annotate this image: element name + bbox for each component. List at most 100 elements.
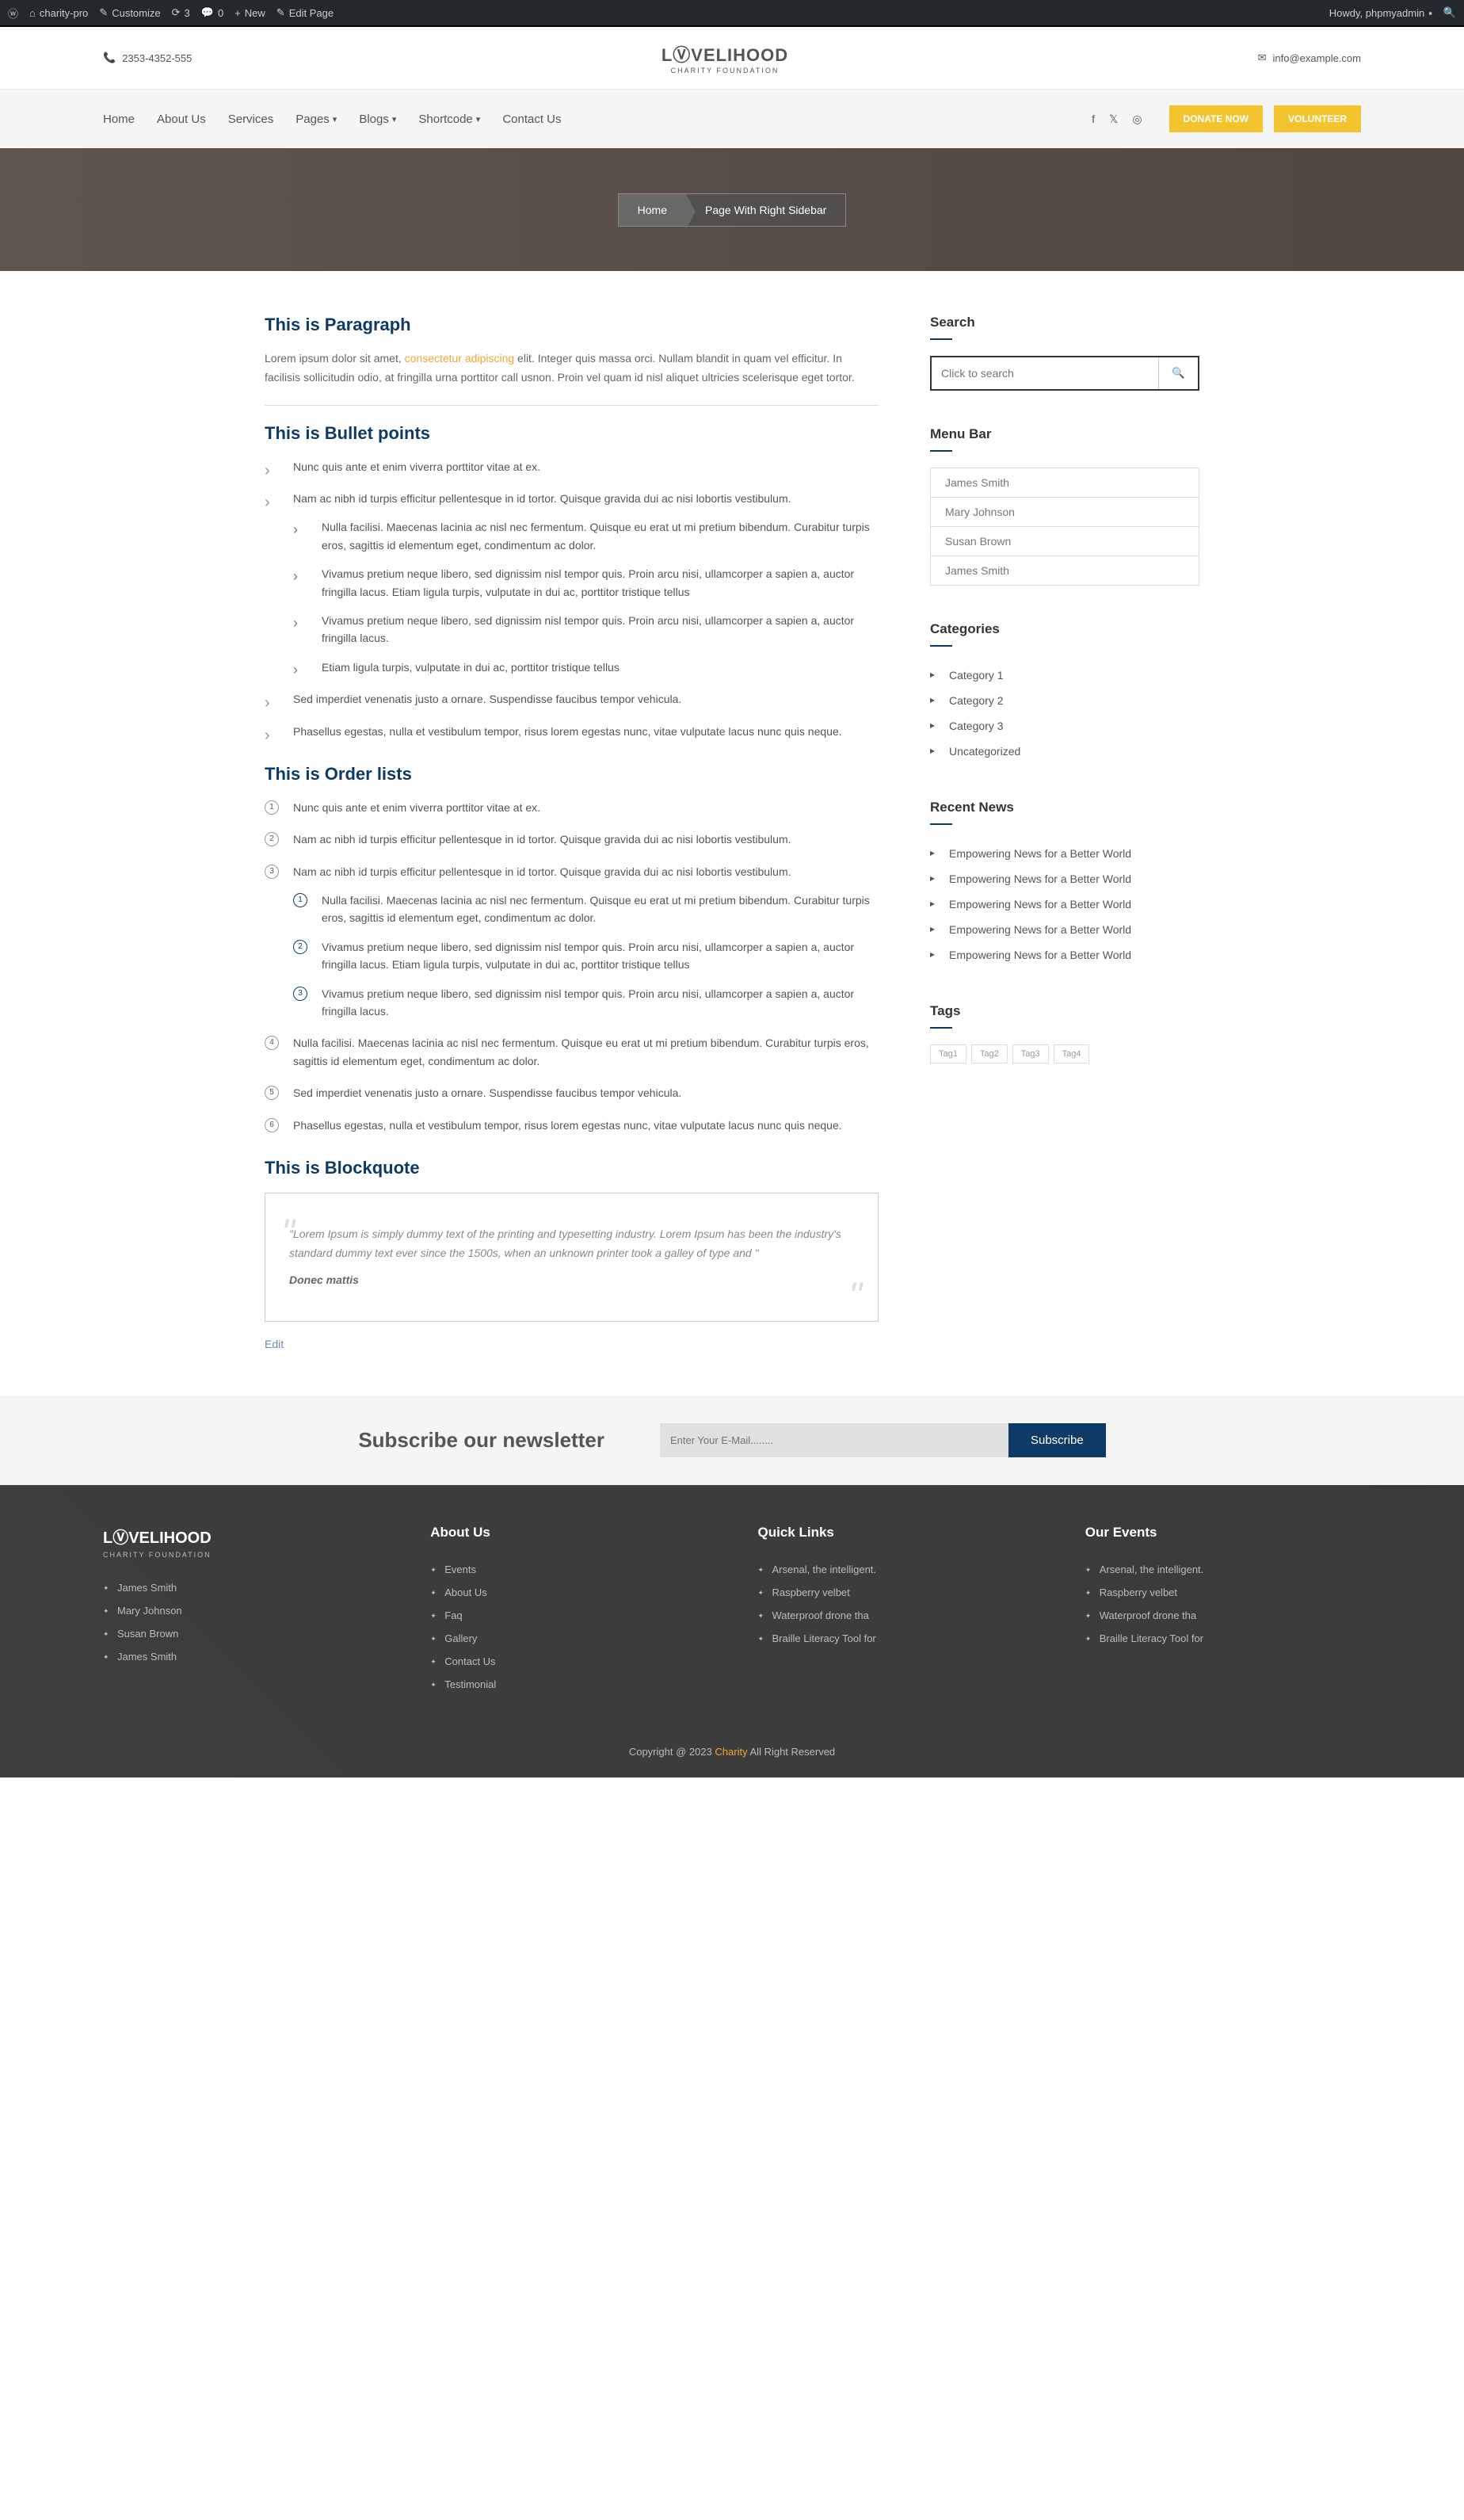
list-item: Vivamus pretium neque libero, sed dignis… xyxy=(293,612,879,647)
new-link[interactable]: + New xyxy=(234,7,265,19)
nav-blogs[interactable]: Blogs ▾ xyxy=(359,113,396,126)
news-item[interactable]: Empowering News for a Better World xyxy=(930,917,1199,942)
footer-link[interactable]: Susan Brown xyxy=(103,1622,379,1645)
newsletter: Subscribe our newsletter Subscribe xyxy=(0,1396,1464,1485)
edit-page-link[interactable]: ✎ Edit Page xyxy=(276,6,334,19)
footer-about-title: About Us xyxy=(430,1525,706,1541)
footer-link[interactable]: James Smith xyxy=(103,1576,379,1599)
footer-link[interactable]: About Us xyxy=(430,1581,706,1604)
updates-link[interactable]: ⟳ 3 xyxy=(172,6,190,19)
facebook-icon[interactable]: f xyxy=(1092,113,1095,126)
tag-item[interactable]: Tag1 xyxy=(930,1044,966,1063)
widget-news-title: Recent News xyxy=(930,800,1199,825)
para-link[interactable]: consectetur adipiscing xyxy=(405,352,515,365)
footer-logo: LⓋVELIHOOD xyxy=(103,1525,379,1548)
breadcrumb: Home Page With Right Sidebar xyxy=(618,193,847,227)
footer: LⓋVELIHOOD CHARITY FOUNDATION James Smit… xyxy=(0,1485,1464,1777)
nav-home[interactable]: Home xyxy=(103,113,135,126)
search-icon[interactable]: 🔍 xyxy=(1443,6,1456,19)
footer-link[interactable]: Braille Literacy Tool for xyxy=(1085,1627,1361,1650)
footer-link[interactable]: Gallery xyxy=(430,1627,706,1650)
search-input[interactable] xyxy=(932,357,1158,389)
heading-bullet: This is Bullet points xyxy=(265,423,879,444)
list-item: Phasellus egestas, nulla et vestibulum t… xyxy=(265,723,879,740)
nav-shortcode[interactable]: Shortcode ▾ xyxy=(418,113,480,126)
para-text: Lorem ipsum dolor sit amet, consectetur … xyxy=(265,349,879,406)
volunteer-button[interactable]: VOLUNTEER xyxy=(1274,105,1361,132)
menu-item[interactable]: Susan Brown xyxy=(931,527,1199,556)
newsletter-input[interactable] xyxy=(660,1423,1008,1457)
footer-link[interactable]: Contact Us xyxy=(430,1650,706,1673)
news-item[interactable]: Empowering News for a Better World xyxy=(930,892,1199,917)
list-item: Vivamus pretium neque libero, sed dignis… xyxy=(293,985,879,1021)
list-item: Nulla facilisi. Maecenas lacinia ac nisl… xyxy=(293,518,879,554)
footer-link[interactable]: James Smith xyxy=(103,1645,379,1668)
footer-quick-title: Quick Links xyxy=(758,1525,1034,1541)
news-item[interactable]: Empowering News for a Better World xyxy=(930,866,1199,892)
twitter-icon[interactable]: 𝕏 xyxy=(1109,113,1118,126)
footer-events-title: Our Events xyxy=(1085,1525,1361,1541)
edit-link[interactable]: Edit xyxy=(265,1338,284,1350)
cat-item[interactable]: Category 2 xyxy=(930,688,1199,713)
news-item[interactable]: Empowering News for a Better World xyxy=(930,942,1199,968)
news-item[interactable]: Empowering News for a Better World xyxy=(930,841,1199,866)
list-item: Vivamus pretium neque libero, sed dignis… xyxy=(293,938,879,974)
tag-item[interactable]: Tag2 xyxy=(971,1044,1008,1063)
footer-link[interactable]: Waterproof drone tha xyxy=(758,1604,1034,1627)
heading-para: This is Paragraph xyxy=(265,315,879,335)
cat-item[interactable]: Category 3 xyxy=(930,713,1199,739)
topbar: 📞 2353-4352-555 LⓋVELIHOOD CHARITY FOUND… xyxy=(0,25,1464,90)
nav-services[interactable]: Services xyxy=(228,113,274,126)
footer-link[interactable]: Arsenal, the intelligent. xyxy=(1085,1558,1361,1581)
footer-link[interactable]: Raspberry velbet xyxy=(758,1581,1034,1604)
list-item: Nunc quis ante et enim viverra porttitor… xyxy=(265,799,879,816)
widget-tags-title: Tags xyxy=(930,1003,1199,1029)
footer-link[interactable]: Testimonial xyxy=(430,1673,706,1696)
menu-item[interactable]: Mary Johnson xyxy=(931,498,1199,527)
copyright-link[interactable]: Charity xyxy=(715,1746,747,1758)
chevron-down-icon: ▾ xyxy=(392,114,397,124)
list-item: Nam ac nibh id turpis efficitur pellente… xyxy=(265,863,879,1021)
hero-banner: Home Page With Right Sidebar xyxy=(0,148,1464,271)
list-item: Nunc quis ante et enim viverra porttitor… xyxy=(265,458,879,475)
nav-pages[interactable]: Pages ▾ xyxy=(295,113,337,126)
footer-link[interactable]: Events xyxy=(430,1558,706,1581)
footer-link[interactable]: Braille Literacy Tool for xyxy=(758,1627,1034,1650)
footer-link[interactable]: Mary Johnson xyxy=(103,1599,379,1622)
logo[interactable]: LⓋVELIHOOD CHARITY FOUNDATION xyxy=(661,35,788,81)
donate-button[interactable]: DONATE NOW xyxy=(1169,105,1263,132)
wp-adminbar: ⓦ ⌂ charity-pro ✎ Customize ⟳ 3 💬 0 + Ne… xyxy=(0,0,1464,25)
footer-link[interactable]: Arsenal, the intelligent. xyxy=(758,1558,1034,1581)
wp-logo-icon[interactable]: ⓦ xyxy=(8,6,18,21)
instagram-icon[interactable]: ◎ xyxy=(1132,113,1142,126)
breadcrumb-home[interactable]: Home xyxy=(619,194,686,226)
quote-cite: Donec mattis xyxy=(289,1271,854,1290)
menu-item[interactable]: James Smith xyxy=(931,556,1199,585)
widget-cat-title: Categories xyxy=(930,621,1199,647)
subscribe-button[interactable]: Subscribe xyxy=(1008,1423,1106,1457)
email: ✉ info@example.com xyxy=(1258,52,1361,64)
tag-item[interactable]: Tag4 xyxy=(1054,1044,1090,1063)
list-item: Nam ac nibh id turpis efficitur pellente… xyxy=(265,490,879,676)
breadcrumb-current: Page With Right Sidebar xyxy=(686,194,845,226)
nav-about[interactable]: About Us xyxy=(157,113,206,126)
site-link[interactable]: ⌂ charity-pro xyxy=(29,7,88,19)
cat-item[interactable]: Category 1 xyxy=(930,662,1199,688)
newsletter-title: Subscribe our newsletter xyxy=(358,1428,604,1453)
customize-link[interactable]: ✎ Customize xyxy=(99,6,160,19)
list-item: Vivamus pretium neque libero, sed dignis… xyxy=(293,565,879,601)
footer-link[interactable]: Faq xyxy=(430,1604,706,1627)
comments-link[interactable]: 💬 0 xyxy=(201,6,223,19)
chevron-down-icon: ▾ xyxy=(476,114,481,124)
footer-link[interactable]: Waterproof drone tha xyxy=(1085,1604,1361,1627)
menu-item[interactable]: James Smith xyxy=(931,468,1199,498)
list-item: Nulla facilisi. Maecenas lacinia ac nisl… xyxy=(293,892,879,927)
howdy-link[interactable]: Howdy, phpmyadmin ▪ xyxy=(1329,7,1432,19)
cat-item[interactable]: Uncategorized xyxy=(930,739,1199,764)
tag-item[interactable]: Tag3 xyxy=(1012,1044,1049,1063)
list-item: Sed imperdiet venenatis justo a ornare. … xyxy=(265,690,879,708)
search-button[interactable]: 🔍 xyxy=(1158,357,1198,389)
blockquote: "Lorem Ipsum is simply dummy text of the… xyxy=(265,1193,879,1322)
footer-link[interactable]: Raspberry velbet xyxy=(1085,1581,1361,1604)
nav-contact[interactable]: Contact Us xyxy=(502,113,561,126)
